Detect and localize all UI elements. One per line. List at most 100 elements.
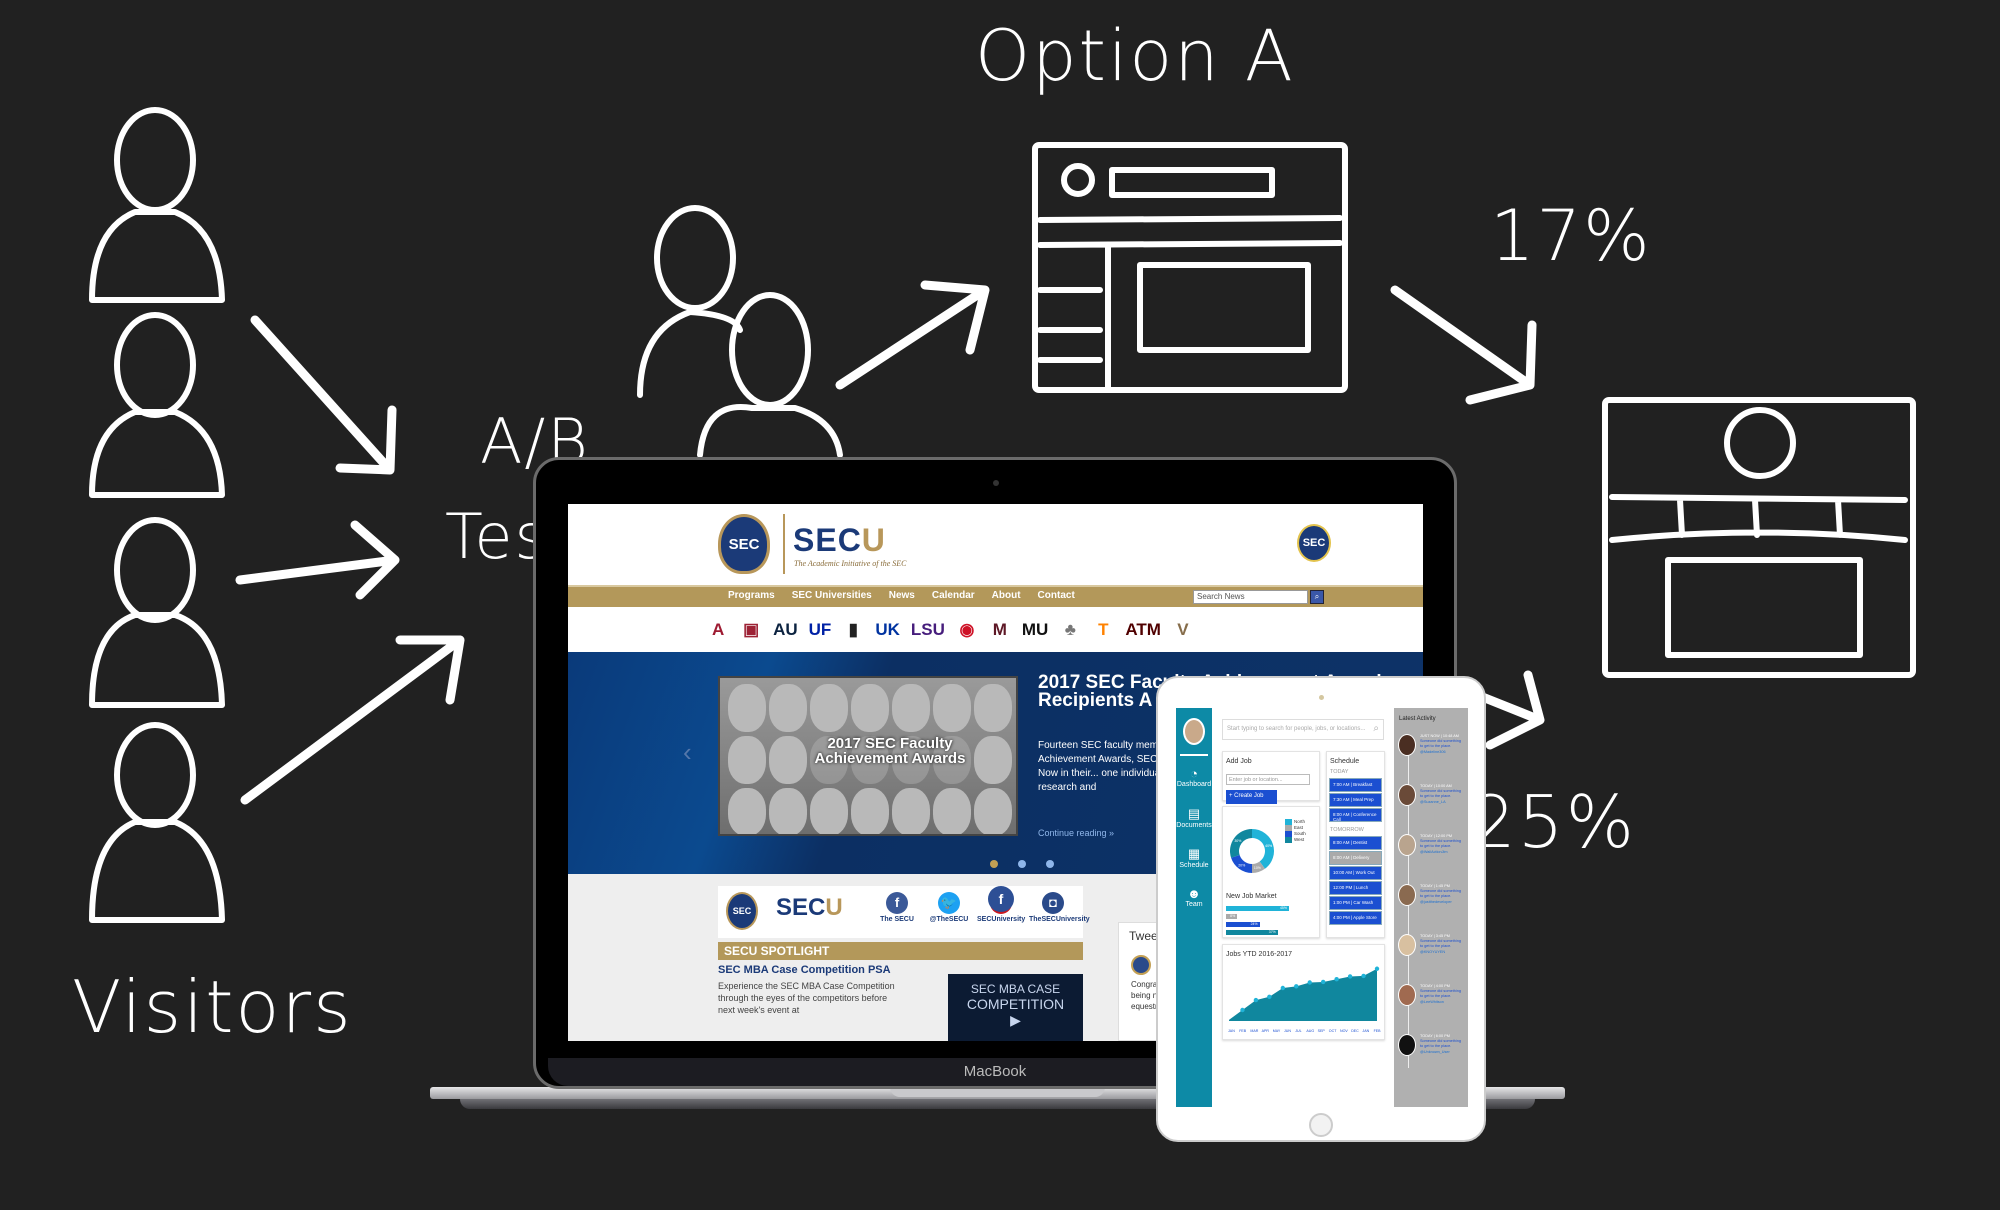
search-icon[interactable]: ⌕: [1310, 590, 1324, 604]
activity-handle[interactable]: @KNOYUYEN: [1420, 950, 1445, 954]
sidebar-item-label: Schedule: [1179, 862, 1209, 869]
school-logo-texas-a-m[interactable]: ATM: [1125, 620, 1161, 640]
sidebar-item-team[interactable]: ☻ Team: [1176, 886, 1212, 908]
carousel-dot[interactable]: [990, 860, 998, 868]
school-logo-vanderbilt[interactable]: V: [1172, 620, 1194, 640]
school-logo-lsu[interactable]: LSU: [911, 620, 945, 640]
nav-item-contact[interactable]: Contact: [1038, 590, 1075, 601]
data-point: [1253, 997, 1259, 1003]
option-a-wireframe: [1032, 142, 1348, 393]
sidebar-item-schedule[interactable]: ▦ Schedule: [1176, 846, 1212, 869]
facebook-icon: f: [886, 892, 908, 914]
instagram-icon: ◘: [1042, 892, 1064, 914]
wordmark-main: SEC: [776, 894, 826, 921]
social-link--thesecu[interactable]: 🐦 @TheSECU: [925, 892, 973, 923]
arrow-icon: [235, 520, 400, 600]
school-logo-arkansas[interactable]: ▣: [740, 620, 762, 640]
schedule-item[interactable]: 4:00 PM | Apple Store: [1330, 912, 1381, 924]
main-nav: Programs SEC Universities News Calendar Abou…: [568, 585, 1423, 607]
nav-item-calendar[interactable]: Calendar: [932, 590, 975, 601]
activity-handle[interactable]: @Suzanne_LA: [1420, 800, 1446, 804]
legend-label: East: [1294, 825, 1304, 831]
schedule-title: Schedule: [1330, 758, 1360, 765]
school-logo-mississippi-state[interactable]: M: [989, 620, 1011, 640]
activity-handle[interactable]: @justthedeveloper: [1420, 900, 1452, 904]
secu-tagline: The Academic Initiative of the SEC: [794, 559, 907, 568]
faculty-face: [810, 788, 848, 834]
jobs-area-chart: [1229, 966, 1380, 1021]
month-label: SEP: [1317, 1029, 1325, 1033]
social-label: The SECU: [880, 916, 914, 923]
activity-handle[interactable]: @Unknown_User: [1420, 1050, 1450, 1054]
school-logo-tennessee[interactable]: T: [1092, 620, 1114, 640]
sidebar-item-dashboard[interactable]: ◔ Dashboard: [1176, 766, 1212, 788]
schedule-item[interactable]: 12:00 PM | Lunch: [1330, 882, 1381, 894]
schedule-item[interactable]: 1:00 PM | Car Wash: [1330, 897, 1381, 909]
donut-value-label: 30%: [1234, 839, 1241, 843]
school-logo-alabama[interactable]: A: [707, 620, 729, 640]
activity-message: Someone did something to get to the plac…: [1420, 889, 1461, 898]
tomorrow-label: TOMORROW: [1330, 827, 1364, 833]
search-icon[interactable]: ⌕: [1373, 723, 1379, 734]
job-market-bar-north: 45%: [1226, 906, 1289, 911]
site-header: SEC SECU The Academic Initiative of the …: [568, 504, 1423, 585]
secu-logo-shield[interactable]: SEC: [718, 514, 770, 574]
month-label: NOV: [1340, 1029, 1348, 1033]
school-logo-georgia[interactable]: ▮: [842, 620, 864, 640]
faculty-face: [974, 788, 1012, 834]
job-market-card: 40% 10% 20% 30% North East South West New Job …: [1222, 806, 1320, 938]
faculty-face: [728, 788, 766, 834]
sec-conference-logo[interactable]: SEC: [1297, 524, 1331, 562]
school-logo-ole-miss[interactable]: ◉: [956, 620, 978, 640]
spotlight-video[interactable]: SEC MBA CASE COMPETITION ▶: [948, 974, 1083, 1041]
sidebar-item-documents[interactable]: ▤ Documents: [1176, 806, 1212, 829]
schedule-item[interactable]: 7:30 AM | Meal Prep: [1330, 794, 1381, 806]
school-logos-bar: A ▣ AU UF ▮ UK LSU ◉ M MU ♣ T ATM V: [568, 607, 1423, 652]
spotlight-title[interactable]: SEC MBA Case Competition PSA: [718, 964, 891, 976]
schedule-item[interactable]: 10:00 AM | Work Out: [1330, 867, 1381, 879]
latest-activity-panel: Latest Activity JUST NOW | 10:48 AM Someo…: [1394, 708, 1468, 1107]
secu-wordmark-small: SECU: [776, 894, 843, 922]
school-logo-kentucky[interactable]: UK: [875, 620, 900, 640]
continue-reading-link[interactable]: Continue reading »: [1038, 828, 1114, 838]
schedule-item[interactable]: 7:00 AM | Breakfast: [1330, 779, 1381, 791]
nav-item-programs[interactable]: Programs: [728, 590, 775, 601]
carousel-dot[interactable]: [1018, 860, 1026, 868]
activity-time: TODAY | 3:45 PM: [1420, 934, 1450, 938]
activity-handle[interactable]: @LeeWhitson: [1420, 1000, 1444, 1004]
avatar[interactable]: [1183, 718, 1205, 745]
social-link-thesecuniversity[interactable]: ◘ TheSECUniversity: [1029, 892, 1090, 923]
nav-item-news[interactable]: News: [889, 590, 915, 601]
play-icon[interactable]: ▶: [948, 1012, 1083, 1029]
donut-value-label: 10%: [1254, 866, 1261, 870]
social-link-the-secu[interactable]: f The SECU: [873, 892, 921, 923]
secu-wordmark[interactable]: SECU: [793, 522, 886, 559]
data-point: [1240, 1007, 1245, 1013]
conversion-b-label: 25%: [1470, 780, 1637, 864]
schedule-item[interactable]: 8:00 AM | Delivery: [1330, 852, 1381, 864]
dashboard-search-input[interactable]: Start typing to search for people, jobs,…: [1222, 719, 1384, 740]
schedule-item[interactable]: 8:00 AM | Conference Call: [1330, 809, 1381, 822]
school-logo-auburn[interactable]: AU: [773, 620, 798, 640]
search-news-input[interactable]: Search News: [1193, 590, 1308, 604]
calendar-icon: ▦: [1187, 846, 1201, 861]
create-job-button[interactable]: + Create Job: [1226, 790, 1277, 804]
schedule-item[interactable]: 8:00 AM | Dentist: [1330, 837, 1381, 849]
job-location-input[interactable]: Enter job or location...: [1226, 774, 1310, 785]
tablet-home-button[interactable]: [1309, 1113, 1333, 1137]
carousel-dot[interactable]: [1046, 860, 1054, 868]
activity-handle[interactable]: @Madeline306: [1420, 750, 1446, 754]
secu-logo-small: SEC: [726, 892, 758, 930]
carousel-prev-arrow[interactable]: ‹: [683, 737, 692, 768]
hero-image[interactable]: 2017 SEC Faculty Achievement Awards: [718, 676, 1018, 836]
facebook-icon[interactable]: f: [988, 886, 1014, 912]
activity-handle[interactable]: @WallActionJim: [1420, 850, 1448, 854]
option-b-wireframe: [1602, 397, 1916, 678]
nav-item-about[interactable]: About: [992, 590, 1021, 601]
school-logo-florida[interactable]: UF: [809, 620, 832, 640]
school-logo-missouri[interactable]: MU: [1022, 620, 1048, 640]
nav-item-sec-universities[interactable]: SEC Universities: [792, 590, 872, 601]
legend-label: North: [1294, 819, 1306, 825]
activity-message: Someone did something to get to the plac…: [1420, 1039, 1461, 1048]
school-logo-south-carolina[interactable]: ♣: [1059, 620, 1081, 640]
